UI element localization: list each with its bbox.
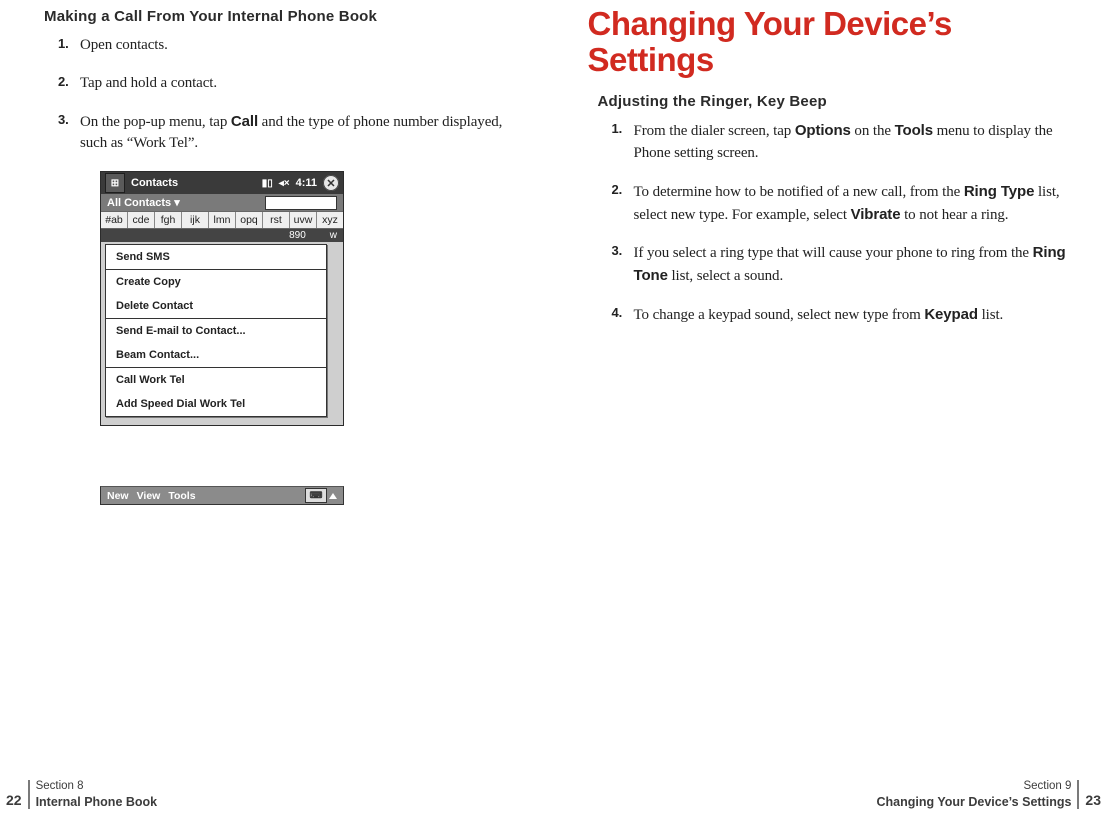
- menu-beam-contact[interactable]: Beam Contact...: [106, 343, 326, 367]
- menu-send-sms[interactable]: Send SMS: [106, 245, 326, 269]
- tab-fgh[interactable]: fgh: [155, 212, 182, 228]
- search-input[interactable]: [265, 196, 337, 210]
- menu-call-work-tel[interactable]: Call Work Tel: [106, 368, 326, 392]
- softkey-tools[interactable]: Tools: [168, 490, 195, 502]
- text: On the pop-up menu, tap: [80, 114, 231, 130]
- tab-ijk[interactable]: ijk: [182, 212, 209, 228]
- right-heading: Adjusting the Ringer, Key Beep: [598, 93, 1074, 110]
- numrow-a: 890: [289, 230, 306, 241]
- right-step-1: From the dialer screen, tap Options on t…: [612, 120, 1074, 181]
- tab-opq[interactable]: opq: [236, 212, 263, 228]
- device-alpha-tabs[interactable]: #ab cde fgh ijk lmn opq rst uvw xyz: [101, 211, 343, 229]
- bold-call: Call: [231, 113, 258, 130]
- tab-lmn[interactable]: lmn: [209, 212, 236, 228]
- device-titlebar: ⊞ Contacts ▮▯ ◂× 4:11 ✕: [101, 172, 343, 194]
- text: Tap and hold a contact.: [80, 75, 217, 91]
- close-icon[interactable]: ✕: [323, 175, 339, 191]
- device-num-row: 890 w: [101, 229, 343, 242]
- device-category-bar[interactable]: All Contacts ▾: [101, 194, 343, 211]
- signal-icon: ▮▯: [262, 178, 273, 189]
- context-menu: Send SMS Create Copy Delete Contact Send…: [105, 244, 327, 417]
- menu-create-copy[interactable]: Create Copy: [106, 270, 326, 294]
- right-footer: Section 9 Changing Your Device’s Setting…: [876, 780, 1107, 809]
- text: To change a keypad sound, select new typ…: [634, 307, 925, 323]
- volume-icon: ◂×: [279, 178, 290, 189]
- category-label[interactable]: All Contacts ▾: [107, 196, 180, 209]
- device-app-title: Contacts: [131, 177, 178, 189]
- text: Open contacts.: [80, 37, 168, 53]
- right-section-title: Changing Your Device’s Settings: [876, 795, 1071, 809]
- softkey-new[interactable]: New: [107, 490, 129, 502]
- text: on the: [851, 123, 895, 139]
- text: To determine how to be notified of a new…: [634, 184, 964, 200]
- chapter-title: Changing Your Device’s Settings: [588, 6, 1074, 77]
- left-steps: Open contacts. Tap and hold a contact. O…: [34, 35, 520, 171]
- bold-keypad: Keypad: [924, 306, 978, 323]
- text: From the dialer screen, tap: [634, 123, 795, 139]
- tab-uvw[interactable]: uvw: [290, 212, 317, 228]
- left-step-3: On the pop-up menu, tap Call and the typ…: [58, 111, 520, 172]
- numrow-b: w: [330, 230, 337, 241]
- left-step-1: Open contacts.: [58, 35, 520, 73]
- tab-cde[interactable]: cde: [128, 212, 155, 228]
- softkey-view[interactable]: View: [137, 490, 161, 502]
- bold-options: Options: [795, 122, 851, 139]
- left-section-title: Internal Phone Book: [36, 795, 158, 809]
- right-step-2: To determine how to be notified of a new…: [612, 181, 1074, 243]
- right-step-3: If you select a ring type that will caus…: [612, 242, 1074, 304]
- device-screenshot: ⊞ Contacts ▮▯ ◂× 4:11 ✕ All Contacts ▾ #…: [100, 171, 520, 505]
- text: If you select a ring type that will caus…: [634, 245, 1033, 261]
- right-step-4: To change a keypad sound, select new typ…: [612, 304, 1074, 343]
- left-heading: Making a Call From Your Internal Phone B…: [44, 8, 520, 25]
- left-section-label: Section 8: [36, 780, 158, 793]
- right-section-label: Section 9: [1023, 780, 1071, 793]
- device-softkey-bar: New View Tools ⌨: [100, 486, 344, 505]
- left-step-2: Tap and hold a contact.: [58, 73, 520, 111]
- right-steps: From the dialer screen, tap Options on t…: [588, 120, 1074, 342]
- text: to not hear a ring.: [900, 207, 1008, 223]
- input-arrow-icon[interactable]: [329, 493, 337, 499]
- tab-xyz[interactable]: xyz: [317, 212, 343, 228]
- keyboard-icon[interactable]: ⌨: [305, 488, 327, 503]
- menu-send-email[interactable]: Send E-mail to Contact...: [106, 319, 326, 343]
- menu-delete-contact[interactable]: Delete Contact: [106, 294, 326, 318]
- bold-ring-type: Ring Type: [964, 183, 1035, 200]
- left-page-number: 22: [0, 792, 28, 809]
- bold-tools: Tools: [895, 122, 933, 139]
- device-clock: 4:11: [296, 177, 317, 189]
- start-icon[interactable]: ⊞: [105, 173, 125, 193]
- left-footer: 22 Section 8 Internal Phone Book: [0, 780, 157, 809]
- tab-rst[interactable]: rst: [263, 212, 290, 228]
- menu-add-speed-dial[interactable]: Add Speed Dial Work Tel: [106, 392, 326, 416]
- tab-ab[interactable]: #ab: [101, 212, 128, 228]
- right-page-number: 23: [1079, 792, 1107, 809]
- text: list.: [978, 307, 1003, 323]
- text: list, select a sound.: [668, 268, 783, 284]
- bold-vibrate: Vibrate: [851, 206, 901, 223]
